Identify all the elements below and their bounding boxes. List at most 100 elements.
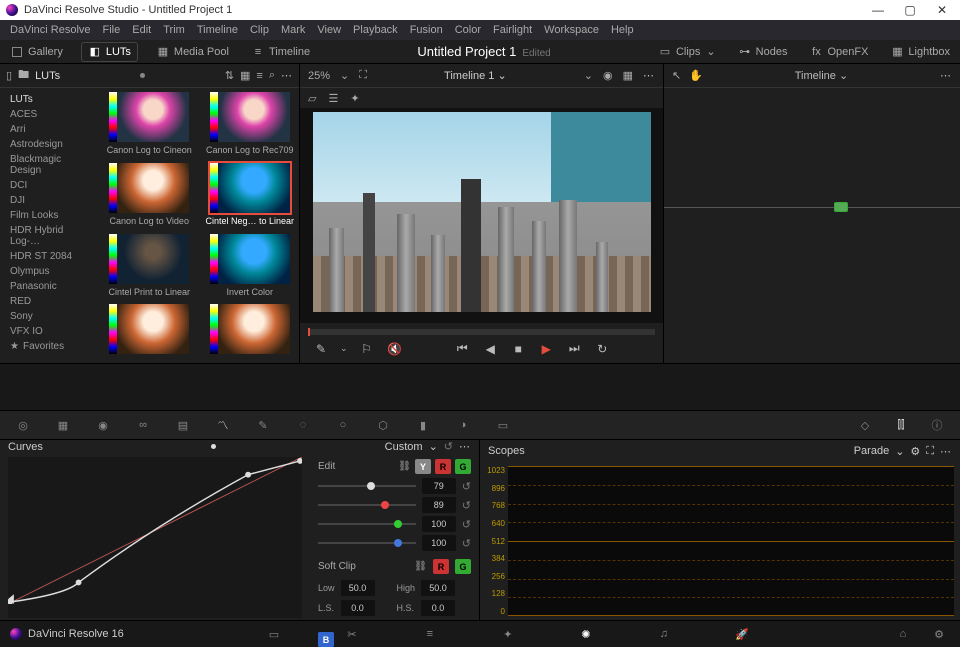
menu-item[interactable]: View <box>313 24 345 36</box>
menu-item[interactable]: Workspace <box>540 24 603 36</box>
curves-mode[interactable]: Custom <box>385 441 423 453</box>
tracker-icon[interactable]: ⬡ <box>372 414 394 436</box>
menu-item[interactable]: File <box>99 24 125 36</box>
scopes-icon[interactable]: ⫿⫿ <box>890 414 912 436</box>
channel-y-button[interactable]: Y <box>415 459 431 474</box>
lut-favorites[interactable]: ★Favorites <box>0 339 100 354</box>
chevron-down-icon[interactable]: ⌄ <box>497 70 506 82</box>
chevron-down-icon[interactable]: ⌄ <box>429 440 438 453</box>
viewer-expand-icon[interactable]: ⛶ <box>359 69 367 82</box>
hdr-icon[interactable]: ∞ <box>132 414 154 436</box>
lut-folder[interactable]: DCI <box>0 178 100 193</box>
lut-item[interactable]: Invert Color <box>205 234 296 299</box>
menu-item[interactable]: Fusion <box>406 24 447 36</box>
thumb-view-icon[interactable]: ▦ <box>240 69 250 82</box>
sort-icon[interactable]: ⇅ <box>225 69 234 82</box>
picker-icon[interactable]: ▱ <box>308 92 316 105</box>
window-icon[interactable]: ○ <box>332 414 354 436</box>
curves-icon[interactable]: 〽 <box>212 414 234 436</box>
fusion-page-button[interactable]: ✦ <box>497 623 519 645</box>
chevron-down-icon[interactable]: ⌄ <box>895 445 904 458</box>
lut-folder[interactable]: Astrodesign <box>0 137 100 152</box>
sidebar-toggle-icon[interactable]: ▯ <box>6 69 12 82</box>
nav-openfx[interactable]: fxOpenFX <box>805 45 872 59</box>
wheels-icon[interactable]: ◉ <box>92 414 114 436</box>
chevron-down-icon[interactable]: ⌄ <box>584 69 593 82</box>
wand-icon[interactable]: ✦ <box>350 92 359 105</box>
lut-folder[interactable]: Film Looks <box>0 208 100 223</box>
b-value[interactable]: 100 <box>422 535 456 551</box>
r-slider[interactable] <box>318 504 416 506</box>
lut-folder[interactable]: Sony <box>0 309 100 324</box>
nav-gallery[interactable]: Gallery <box>6 45 67 59</box>
nav-luts[interactable]: ◧LUTs <box>81 42 138 62</box>
link-icon[interactable]: ⛓ <box>414 561 427 572</box>
expand-icon[interactable]: ⛶ <box>926 445 934 458</box>
chevron-down-icon[interactable]: ⌄ <box>839 70 848 82</box>
project-settings-button[interactable]: ⚙ <box>928 623 950 645</box>
mute-icon[interactable]: 🔇 <box>386 342 404 356</box>
list-view-icon[interactable]: ≡ <box>256 70 262 82</box>
color-wheel-icon[interactable]: ◉ <box>603 69 613 82</box>
warper-icon[interactable]: ✎ <box>252 414 274 436</box>
more-icon[interactable]: ⋯ <box>281 69 293 82</box>
hs-value[interactable]: 0.0 <box>421 600 455 616</box>
y-slider[interactable] <box>318 485 416 487</box>
menu-item[interactable]: Playback <box>349 24 402 36</box>
softclip-r-button[interactable]: R <box>433 559 449 574</box>
softclip-g-button[interactable]: G <box>455 559 471 574</box>
lut-folder[interactable]: LUTs <box>0 92 100 107</box>
reset-icon[interactable]: ↺ <box>462 537 471 550</box>
reset-icon[interactable]: ↺ <box>462 518 471 531</box>
menu-item[interactable]: Trim <box>159 24 189 36</box>
home-button[interactable]: ⌂ <box>892 623 914 645</box>
lut-item[interactable] <box>205 304 296 359</box>
step-back-button[interactable]: ◀ <box>481 342 499 356</box>
sizing-icon[interactable]: ▭ <box>492 414 514 436</box>
blur-icon[interactable]: ▮ <box>412 414 434 436</box>
cut-page-button[interactable]: ✂ <box>341 623 363 645</box>
more-icon[interactable]: ⋯ <box>940 69 952 82</box>
softclip-b-button[interactable]: B <box>318 632 334 647</box>
viewer-scrub-bar[interactable] <box>308 329 655 335</box>
lut-folder[interactable]: DJI <box>0 193 100 208</box>
lut-folder[interactable]: VFX IO <box>0 324 100 339</box>
window-close-button[interactable]: ✕ <box>930 3 954 17</box>
link-icon[interactable]: ⛓ <box>398 461 411 472</box>
window-maximize-button[interactable]: ▢ <box>898 3 922 17</box>
color-match-icon[interactable]: ▦ <box>52 414 74 436</box>
node[interactable] <box>834 202 848 212</box>
window-minimize-button[interactable]: — <box>866 3 890 17</box>
search-icon[interactable]: ⌕ <box>269 69 275 82</box>
nav-clips[interactable]: ▭Clips⌄ <box>654 45 720 59</box>
camera-raw-icon[interactable]: ◎ <box>12 414 34 436</box>
overlay-icon[interactable]: ☰ <box>328 92 338 105</box>
play-button[interactable]: ▶ <box>537 342 555 356</box>
more-icon[interactable]: ⋯ <box>459 440 471 453</box>
next-clip-button[interactable]: ⏭ <box>565 341 583 356</box>
menu-item[interactable]: Clip <box>246 24 273 36</box>
r-value[interactable]: 89 <box>422 497 456 513</box>
edit-page-button[interactable]: ≡ <box>419 623 441 645</box>
info-icon[interactable]: ⓘ <box>926 414 948 436</box>
high-value[interactable]: 50.0 <box>421 580 455 596</box>
lut-item[interactable]: Canon Log to Video <box>104 163 195 228</box>
more-icon[interactable]: ⋯ <box>940 445 952 458</box>
flag-icon[interactable]: ⚐ <box>358 342 376 356</box>
menu-item[interactable]: DaVinci Resolve <box>6 24 95 36</box>
more-icon[interactable]: ⋯ <box>643 69 655 82</box>
qualifier-icon[interactable]: ◌ <box>292 414 314 436</box>
color-page-button[interactable]: ✺ <box>575 623 597 645</box>
keyframe-icon[interactable]: ◇ <box>854 414 876 436</box>
chevron-down-icon[interactable]: ⌄ <box>340 69 349 82</box>
chevron-down-icon[interactable]: ⌄ <box>340 343 348 354</box>
b-slider[interactable] <box>318 542 416 544</box>
rgb-mixer-icon[interactable]: ▤ <box>172 414 194 436</box>
lut-folder[interactable]: HDR Hybrid Log-… <box>0 223 100 249</box>
pointer-icon[interactable]: ↖ <box>672 69 681 82</box>
fairlight-page-button[interactable]: ♫ <box>653 623 675 645</box>
lut-folder[interactable]: Olympus <box>0 264 100 279</box>
lut-item[interactable]: Cintel Print to Linear <box>104 234 195 299</box>
lut-folder[interactable]: RED <box>0 294 100 309</box>
lut-item-selected[interactable]: Cintel Neg… to Linear <box>205 163 296 228</box>
